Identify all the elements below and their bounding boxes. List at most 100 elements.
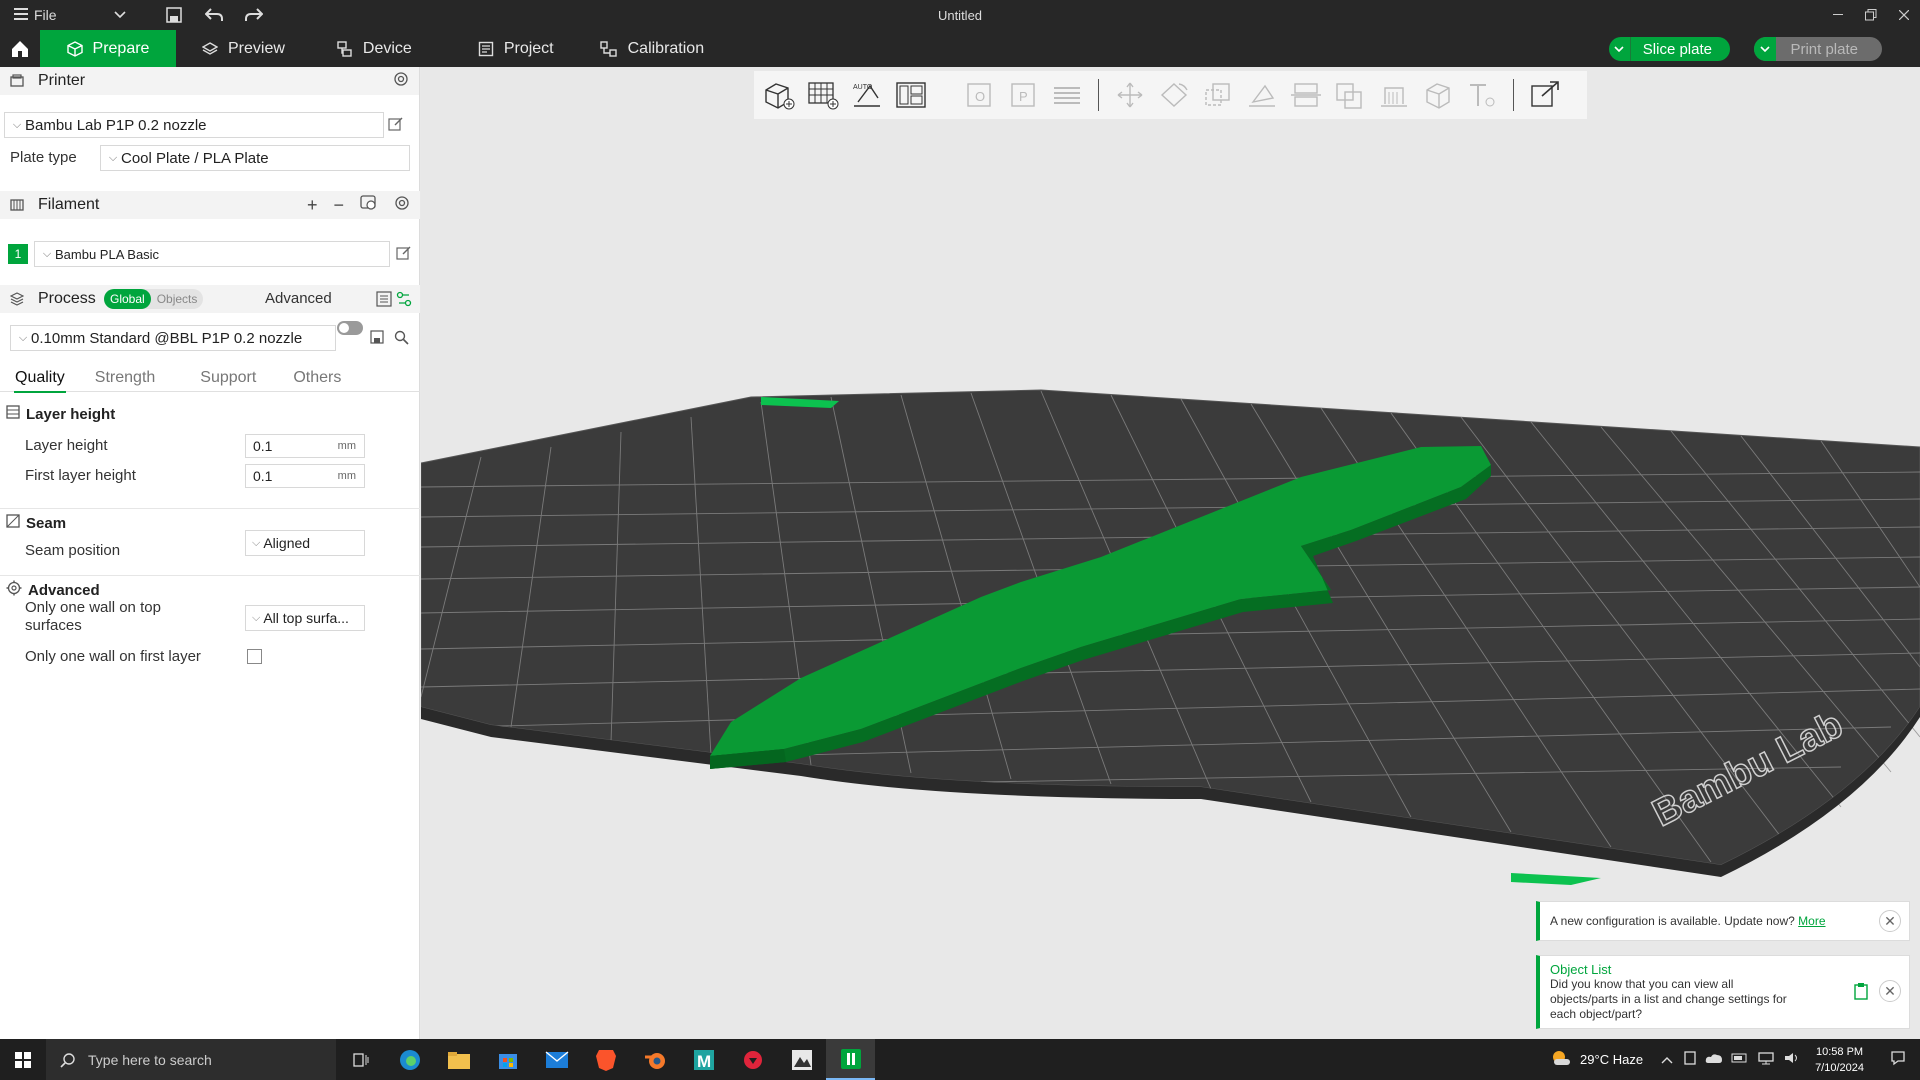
restore-button[interactable]: [1854, 0, 1887, 30]
save-icon[interactable]: [154, 0, 194, 30]
task-view-icon[interactable]: [336, 1039, 385, 1080]
support-painting-icon[interactable]: [1375, 76, 1413, 114]
start-button[interactable]: [0, 1039, 46, 1080]
advanced-toggle[interactable]: [337, 321, 363, 335]
process-preset-value: 0.10mm Standard @BBL P1P 0.2 nozzle: [31, 329, 303, 347]
one-wall-top-select[interactable]: ⌵ All top surfa...: [245, 605, 365, 631]
objects-option[interactable]: Objects: [151, 289, 204, 309]
chevron-down-icon[interactable]: [100, 0, 140, 30]
split-parts-icon[interactable]: P: [1004, 76, 1042, 114]
global-option[interactable]: Global: [104, 289, 151, 309]
blender-icon[interactable]: [630, 1039, 679, 1080]
m-app-icon[interactable]: M: [679, 1039, 728, 1080]
split-objects-icon[interactable]: O: [960, 76, 998, 114]
close-icon[interactable]: ✕: [1879, 980, 1901, 1002]
process-preset-select[interactable]: ⌵ 0.10mm Standard @BBL P1P 0.2 nozzle: [10, 325, 336, 351]
tab-others[interactable]: Others: [271, 364, 356, 392]
tab-prepare[interactable]: Prepare: [40, 30, 176, 67]
cut-icon[interactable]: [1287, 76, 1325, 114]
clock[interactable]: 10:58 PM 7/10/2024: [1803, 1044, 1876, 1076]
tab-preview[interactable]: Preview: [176, 30, 311, 67]
layer-height-input[interactable]: 0.1 mm: [245, 434, 365, 458]
move-icon[interactable]: [1111, 76, 1149, 114]
slice-plate-button[interactable]: Slice plate: [1608, 37, 1730, 61]
search-icon[interactable]: [394, 330, 409, 349]
process-compare-icon[interactable]: [396, 291, 412, 311]
weather-icon[interactable]: [1550, 1049, 1572, 1070]
process-list-icon[interactable]: [376, 291, 392, 311]
tab-project[interactable]: Project: [438, 30, 580, 67]
printer-select[interactable]: ⌵ Bambu Lab P1P 0.2 nozzle: [4, 112, 384, 138]
redo-icon[interactable]: [234, 0, 274, 30]
filament-settings-icon[interactable]: [394, 195, 410, 216]
print-plate-button[interactable]: Print plate: [1754, 37, 1882, 61]
config-update-more-link[interactable]: More: [1798, 914, 1825, 928]
red-app-icon[interactable]: [728, 1039, 777, 1080]
add-plate-icon[interactable]: [804, 76, 842, 114]
lay-on-face-icon[interactable]: [1243, 76, 1281, 114]
taskbar-search[interactable]: Type here to search: [46, 1039, 336, 1080]
arrange-icon[interactable]: [892, 76, 930, 114]
file-menu[interactable]: File: [0, 7, 100, 23]
weather-text[interactable]: 29°C Haze: [1580, 1052, 1643, 1067]
notifications-icon[interactable]: [1876, 1050, 1920, 1069]
undo-icon[interactable]: [194, 0, 234, 30]
plate-type-select[interactable]: ⌵ Cool Plate / PLA Plate: [100, 145, 410, 171]
project-icon: [478, 41, 494, 56]
home-button[interactable]: [0, 30, 40, 67]
build-plate-canvas[interactable]: Bambu Lab: [421, 67, 1920, 1039]
one-wall-first-checkbox[interactable]: [247, 649, 262, 664]
windows-taskbar: Type here to search M 29°C Haze 10:58 PM…: [0, 1039, 1920, 1080]
tab-quality[interactable]: Quality: [0, 364, 80, 393]
mail-icon[interactable]: [532, 1039, 581, 1080]
print-dropdown-icon[interactable]: [1754, 37, 1777, 61]
edit-printer-icon[interactable]: [388, 116, 404, 136]
rotate-icon[interactable]: [1155, 76, 1193, 114]
scale-icon[interactable]: [1199, 76, 1237, 114]
close-icon[interactable]: ✕: [1879, 910, 1901, 932]
onedrive-icon[interactable]: [1705, 1052, 1723, 1067]
add-object-icon[interactable]: [760, 76, 798, 114]
bambu-studio-icon[interactable]: [826, 1039, 875, 1080]
save-preset-icon[interactable]: [370, 330, 384, 348]
one-wall-top-value: All top surfa...: [263, 610, 349, 626]
first-layer-height-input[interactable]: 0.1 mm: [245, 464, 365, 488]
edge-browser-icon[interactable]: [385, 1039, 434, 1080]
tab-support[interactable]: Support: [170, 364, 271, 392]
image-editor-icon[interactable]: [777, 1039, 826, 1080]
remove-filament-icon[interactable]: −: [333, 195, 344, 216]
tab-calibration[interactable]: Calibration: [580, 30, 730, 67]
text-icon[interactable]: [1463, 76, 1501, 114]
volume-icon[interactable]: [1783, 1051, 1801, 1068]
global-objects-switch[interactable]: Global Objects: [104, 289, 204, 309]
filament-slot-badge[interactable]: 1: [8, 244, 28, 264]
filament-select[interactable]: ⌵ Bambu PLA Basic: [34, 241, 390, 267]
seam-position-select[interactable]: ⌵ Aligned: [245, 530, 365, 556]
layers-editing-icon[interactable]: [1048, 76, 1086, 114]
first-layer-height-unit: mm: [337, 470, 356, 482]
minimize-button[interactable]: [1821, 0, 1854, 30]
printer-settings-icon[interactable]: [393, 71, 409, 92]
file-explorer-icon[interactable]: [434, 1039, 483, 1080]
slice-dropdown-icon[interactable]: [1609, 37, 1631, 61]
device-tray-icon[interactable]: [1683, 1051, 1697, 1068]
layer-height-group-icon: [6, 405, 20, 423]
tab-device[interactable]: Device: [311, 30, 438, 67]
network-icon[interactable]: [1757, 1051, 1775, 1068]
auto-orient-icon[interactable]: AUTO: [848, 76, 886, 114]
3d-viewport[interactable]: Bambu Lab AUTO O P A new configuration i…: [421, 67, 1920, 1039]
battery-icon[interactable]: [1731, 1052, 1749, 1067]
assembly-view-icon[interactable]: [1526, 76, 1564, 114]
chevron-up-icon[interactable]: [1661, 1052, 1673, 1067]
close-button[interactable]: [1887, 0, 1920, 30]
edit-filament-icon[interactable]: [396, 245, 412, 265]
brave-browser-icon[interactable]: [581, 1039, 630, 1080]
tab-strength[interactable]: Strength: [80, 364, 170, 392]
filament-sync-icon[interactable]: [360, 195, 378, 216]
store-icon[interactable]: [483, 1039, 532, 1080]
seam-painting-icon[interactable]: [1419, 76, 1457, 114]
printer-icon: [10, 74, 26, 88]
add-filament-icon[interactable]: +: [307, 195, 318, 216]
clipboard-icon[interactable]: [1854, 982, 1868, 1004]
boolean-icon[interactable]: [1331, 76, 1369, 114]
